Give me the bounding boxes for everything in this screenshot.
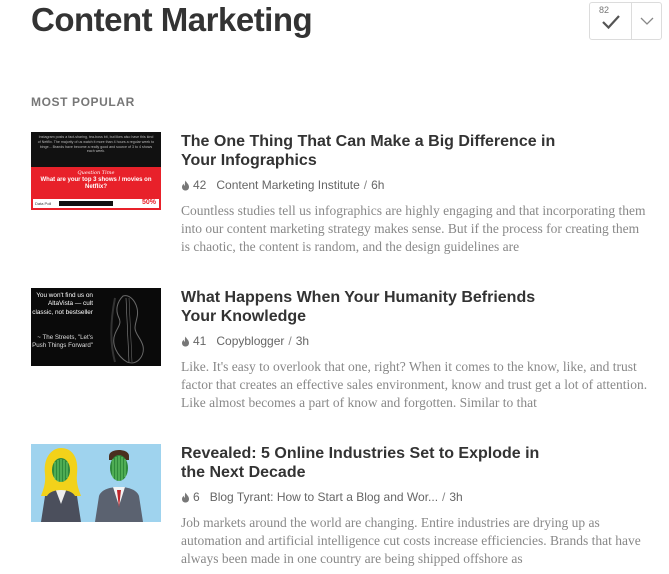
article-thumbnail[interactable]: You won't find us on AltaVista — cult cl… [31,288,161,366]
article-card[interactable]: You won't find us on AltaVista — cult cl… [31,288,651,410]
follow-button[interactable]: 82 [590,3,632,39]
article-summary[interactable]: Job markets around the world are changin… [181,514,651,568]
article-age: 6h [371,178,385,192]
meta-separator: / [363,178,368,192]
article-source[interactable]: Content Marketing Institute [216,178,359,192]
follow-menu-button[interactable] [632,3,661,39]
feed-page: Content Marketing 82 MOST POPULAR Instag… [0,0,669,574]
article-thumbnail[interactable] [31,444,161,522]
article-source[interactable]: Copyblogger [216,334,284,348]
article-meta: 6 Blog Tyrant: How to Start a Blog and W… [181,490,463,504]
article-meta: 41 Copyblogger / 3h [181,334,309,348]
checkmark-icon [602,15,620,30]
thumbnail-bar-label: Data Poll [35,201,52,206]
thumbnail-poll-bar: Data Poll 50% [33,199,159,208]
flame-icon [182,336,189,346]
engagement-count: 41 [193,334,207,348]
meta-separator: / [288,334,292,348]
thumbnail-question: What are your top 3 shows / movies on Ne… [40,177,152,190]
article-card[interactable]: Instagram posts a fact-sharing, tea-boss… [31,132,651,254]
chevron-down-icon [640,17,654,25]
article-meta: 42 Content Marketing Institute / 6h [181,178,384,192]
article-headline[interactable]: What Happens When Your Humanity Befriend… [181,288,561,326]
follow-control: 82 [589,2,662,40]
article-age: 3h [295,334,310,348]
thumbnail-text: Instagram posts a fact-sharing, tea-boss… [31,132,161,167]
business-people-illustration [31,444,161,522]
engagement-count: 42 [193,178,207,192]
article-thumbnail[interactable]: Instagram posts a fact-sharing, tea-boss… [31,132,161,210]
article-source[interactable]: Blog Tyrant: How to Start a Blog and Wor… [210,490,438,504]
flame-icon [182,492,189,502]
violin-image [110,295,144,364]
engagement-count: 6 [193,490,200,504]
thumbnail-percent: 50% [141,199,156,206]
page-title: Content Marketing [31,1,313,38]
section-label: MOST POPULAR [31,95,135,109]
thumbnail-red-panel: Question Time What are your top 3 shows … [31,167,161,210]
article-age: 3h [449,490,463,504]
flame-icon [182,180,189,190]
meta-separator: / [442,490,446,504]
article-headline[interactable]: The One Thing That Can Make a Big Differ… [181,132,561,170]
thumbnail-quiz-label: Question Time [77,170,115,176]
article-summary[interactable]: Like. It's easy to overlook that one, ri… [181,358,651,412]
thumbnail-bar-fill [59,201,113,206]
article-summary[interactable]: Countless studies tell us infographics a… [181,202,651,256]
article-headline[interactable]: Revealed: 5 Online Industries Set to Exp… [181,444,561,482]
article-card[interactable]: Revealed: 5 Online Industries Set to Exp… [31,444,651,569]
